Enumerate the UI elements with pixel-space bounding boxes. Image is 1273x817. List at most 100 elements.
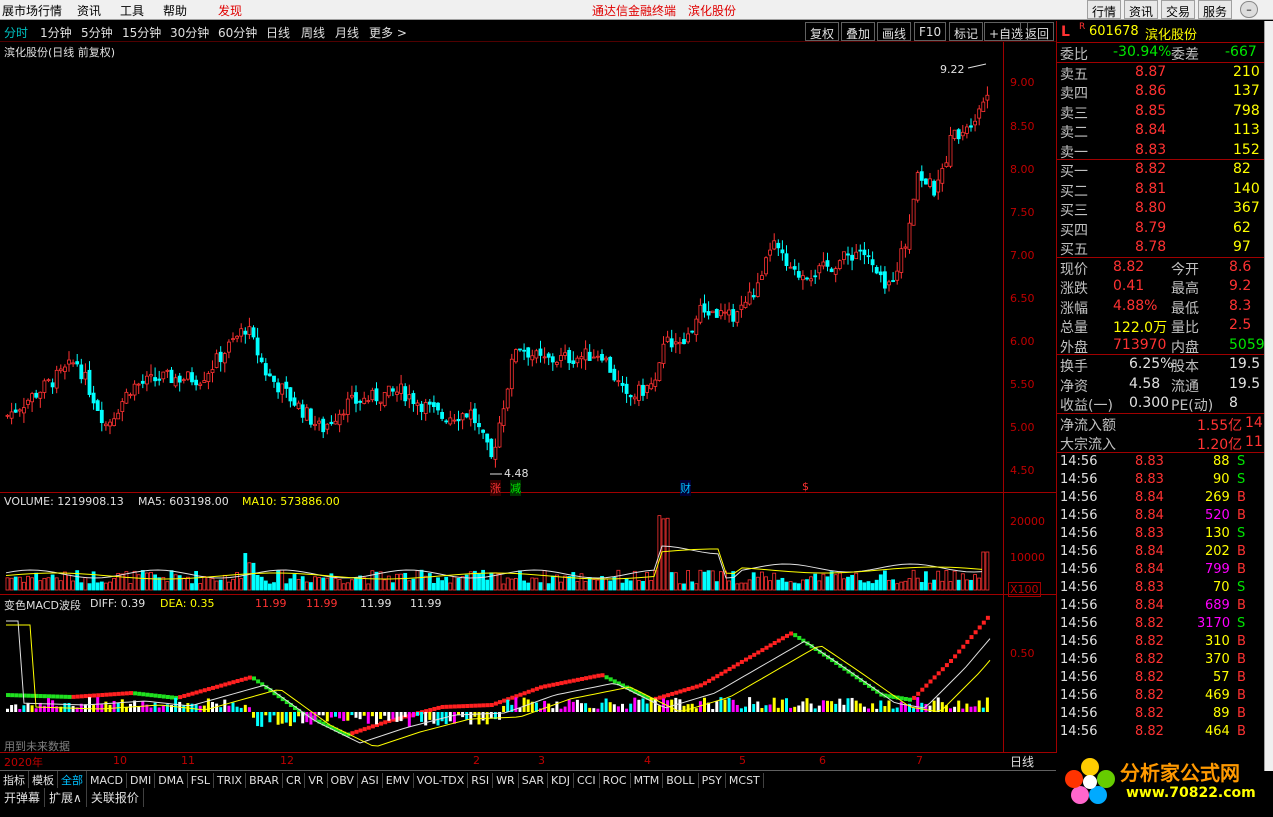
indicator-tab[interactable]: MCST (726, 773, 764, 788)
volume-bar (956, 579, 961, 591)
mark-button[interactable]: 标记 (949, 22, 984, 41)
volume-bar (214, 580, 219, 591)
candle-body (91, 392, 96, 404)
indicator-tab[interactable]: ASI (358, 773, 383, 788)
period-60min[interactable]: 60分钟 (218, 24, 257, 41)
candlestick-chart (5, 63, 990, 475)
indicator-tab[interactable]: VOL-TDX (414, 773, 469, 788)
news-button[interactable]: 资讯 (1124, 0, 1159, 19)
macd-histogram-bar (772, 697, 776, 712)
macd-step (129, 691, 133, 696)
macd-histogram-bar (768, 704, 772, 712)
menu-news[interactable]: 资讯 (77, 2, 101, 19)
macd-step (731, 664, 736, 669)
indicator-tab[interactable]: SAR (519, 773, 549, 788)
volume-bar (38, 580, 43, 591)
volume-bar (472, 570, 477, 591)
tick-side: B (1237, 705, 1246, 721)
tick-row: 14:56 8.84 269 B (1057, 489, 1264, 507)
indicator-tab[interactable]: DMI (127, 773, 156, 788)
indicator-tab[interactable]: OBV (328, 773, 358, 788)
indicator-tab[interactable]: CR (283, 773, 306, 788)
trade-button[interactable]: 交易 (1161, 0, 1196, 19)
f10-button[interactable]: F10 (914, 22, 947, 41)
indicator-tab[interactable]: TRIX (214, 773, 247, 788)
macd-step (120, 691, 125, 696)
menu-help[interactable]: 帮助 (163, 2, 187, 19)
indicator-tab[interactable]: DMA (155, 773, 188, 788)
indicator-tab[interactable]: KDJ (548, 773, 574, 788)
menu-discover[interactable]: 发现 (218, 2, 242, 19)
related-quotes-button[interactable]: 关联报价 (87, 788, 144, 807)
menu-market[interactable]: 展市场行情 (2, 2, 62, 19)
period-monthly[interactable]: 月线 (335, 24, 359, 41)
danmu-button[interactable]: 开弹幕 (0, 788, 46, 807)
tick-row: 14:56 8.84 202 B (1057, 543, 1264, 561)
indicator-tab[interactable]: EMV (383, 773, 414, 788)
period-daily[interactable]: 日线 (266, 24, 290, 41)
minimize-icon[interactable]: – (1240, 1, 1258, 18)
macd-step (604, 675, 609, 680)
indicator-tab[interactable]: RSI (468, 773, 494, 788)
volume-bar (378, 571, 383, 591)
macd-step (354, 729, 359, 734)
macd-step (448, 704, 453, 709)
period-weekly[interactable]: 周线 (301, 24, 325, 41)
indicator-tab[interactable]: FSL (188, 773, 214, 788)
period-intraday[interactable]: 分时 (4, 24, 28, 41)
period-1min[interactable]: 1分钟 (40, 24, 72, 41)
macd-histogram-bar (71, 706, 75, 712)
volume-pane[interactable]: VOLUME: 1219908.13 MA5: 603198.00 MA10: … (0, 493, 1056, 597)
tick-row: 14:56 8.84 799 B (1057, 561, 1264, 579)
back-button[interactable]: 返回 (1020, 22, 1055, 41)
macd-histogram-bar (120, 699, 124, 712)
indicator-tab[interactable]: ROC (600, 773, 631, 788)
overlay-button[interactable]: 叠加 (841, 22, 876, 41)
draw-button[interactable]: 画线 (877, 22, 912, 41)
indicator-tab[interactable]: MTM (631, 773, 664, 788)
indicator-tab[interactable]: CCI (574, 773, 600, 788)
chart-area[interactable]: 滨化股份(日线 前复权) 9.00 8.50 8.00 7.50 7.00 6.… (0, 42, 1056, 770)
indicator-tab[interactable]: 全部 (58, 771, 87, 789)
price-tick: 6.00 (1010, 335, 1035, 348)
indicator-tab[interactable]: BRAR (246, 773, 284, 788)
period-indicator[interactable]: 日线 (1010, 753, 1034, 770)
period-more[interactable]: 更多 > (369, 24, 407, 41)
period-5min[interactable]: 5分钟 (81, 24, 113, 41)
macd-step (211, 685, 215, 690)
menu-tools[interactable]: 工具 (120, 2, 144, 19)
macd-histogram-bar (739, 708, 743, 712)
price-pane[interactable]: 滨化股份(日线 前复权) 9.00 8.50 8.00 7.50 7.00 6.… (0, 42, 1056, 496)
candle-body (698, 304, 703, 323)
vertical-scrollbar[interactable] (1264, 21, 1273, 771)
ask-price: 8.87 (1135, 63, 1167, 80)
event-mark-dividend[interactable]: $ (802, 480, 809, 493)
indicator-tab[interactable]: 指标 (0, 771, 29, 789)
indicator-tab[interactable]: BOLL (663, 773, 699, 788)
adjust-button[interactable]: 复权 (805, 22, 840, 41)
market-button[interactable]: 行情 (1087, 0, 1122, 19)
price-tick: 6.50 (1010, 292, 1035, 305)
stat-label: 现价 (1060, 261, 1088, 278)
volume-bar (772, 572, 777, 591)
macd-histogram-bar (522, 697, 526, 712)
indicator-tab[interactable]: VR (305, 773, 328, 788)
service-button[interactable]: 服务 (1198, 0, 1233, 19)
period-15min[interactable]: 15分钟 (122, 24, 161, 41)
macd-pane[interactable]: 变色MACD波段 DIFF: 0.39 DEA: 0.35 11.99 11.9… (0, 595, 1056, 753)
indicator-tab[interactable]: 模板 (29, 771, 58, 789)
volume-bar (911, 569, 916, 591)
indicator-tab[interactable]: WR (493, 773, 519, 788)
volume-bar (854, 572, 859, 591)
macd-histogram-bar (338, 712, 342, 719)
stat-value: 6.25% (1129, 356, 1174, 372)
volume-bar (632, 570, 637, 591)
ask-price: 8.83 (1135, 141, 1167, 158)
indicator-tab[interactable]: MACD (87, 773, 127, 788)
expand-button[interactable]: 扩展∧ (45, 788, 87, 807)
macd-step (432, 706, 437, 711)
macd-step (366, 725, 371, 730)
period-30min[interactable]: 30分钟 (170, 24, 209, 41)
tick-side: B (1237, 561, 1246, 577)
indicator-tab[interactable]: PSY (699, 773, 726, 788)
